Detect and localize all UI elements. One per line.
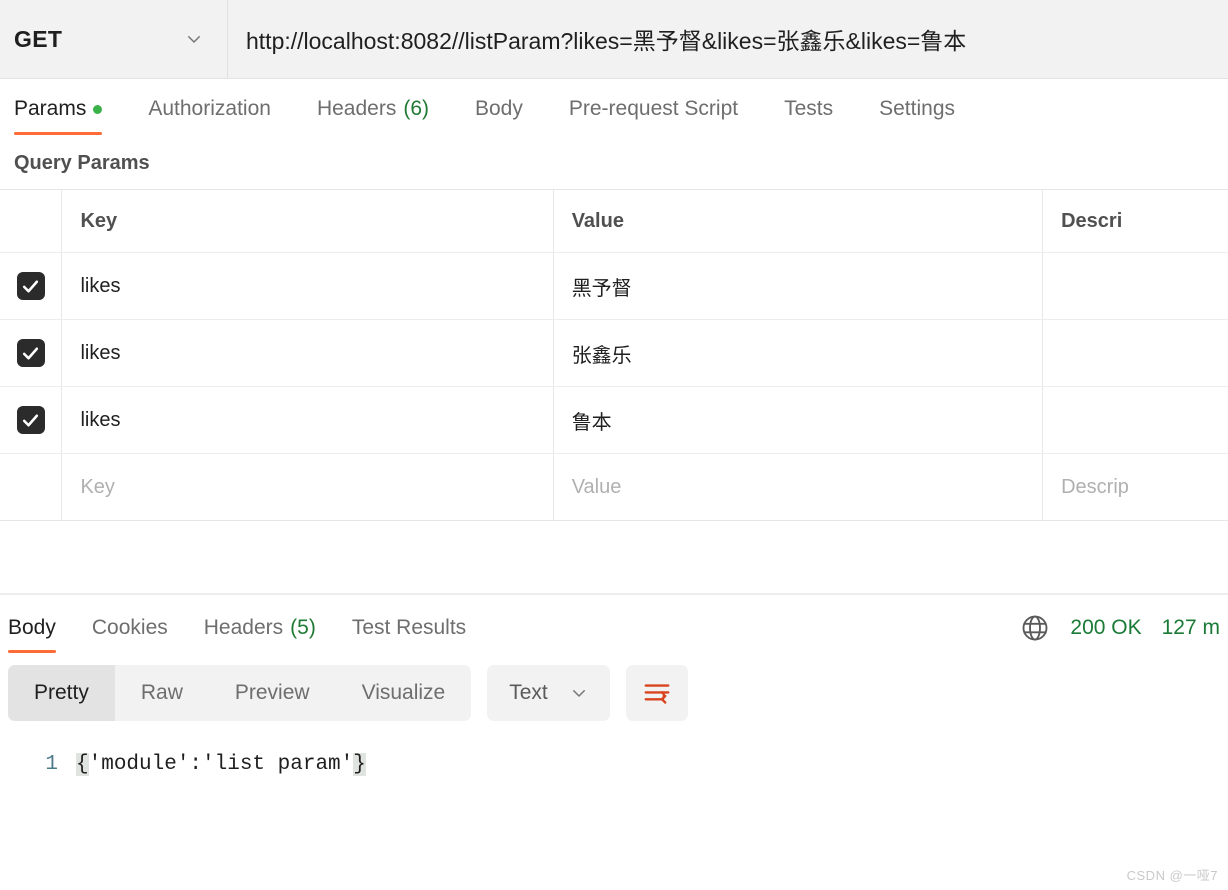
new-row-description-placeholder: Descrip [1061, 475, 1129, 498]
new-row-description-input[interactable]: Descrip [1043, 454, 1228, 520]
code-line-content: {'module':'list param'} [76, 753, 366, 776]
response-tab-test-results[interactable]: Test Results [334, 616, 484, 653]
tab-body[interactable]: Body [475, 97, 547, 135]
row-description-input[interactable] [1043, 320, 1228, 386]
table-row: likes 张鑫乐 [0, 320, 1228, 387]
response-status-group: 200 OK 127 m [1020, 613, 1220, 653]
tab-headers-count: (6) [403, 97, 429, 120]
word-wrap-icon [642, 678, 672, 708]
new-row-value-placeholder: Value [571, 475, 622, 498]
row-value-input[interactable]: 鲁本 [554, 387, 1044, 453]
response-view-mode-group: Pretty Raw Preview Visualize [8, 665, 472, 721]
tab-authorization[interactable]: Authorization [148, 97, 295, 135]
request-url-bar: GET http://localhost:8082//listParam?lik… [0, 0, 1228, 79]
query-params-title: Query Params [14, 152, 150, 174]
new-row-key-placeholder: Key [80, 475, 115, 498]
header-checkbox-cell [0, 190, 63, 252]
row-description-input[interactable] [1043, 387, 1228, 453]
new-row-key-input[interactable]: Key [62, 454, 554, 520]
response-tab-test-results-label: Test Results [351, 616, 467, 639]
response-tab-body-label: Body [8, 616, 56, 639]
row-key-input[interactable]: likes [62, 387, 554, 453]
tab-body-label: Body [475, 97, 523, 120]
tab-pre-request-script-label: Pre-request Script [568, 97, 739, 120]
row-value-input[interactable]: 张鑫乐 [554, 320, 1044, 386]
table-row: likes 鲁本 [0, 387, 1228, 454]
chevron-down-icon [570, 684, 588, 702]
header-description: Descri [1061, 209, 1123, 232]
row-enabled-checkbox[interactable] [16, 406, 45, 434]
close-brace: } [353, 753, 366, 776]
tab-pre-request-script[interactable]: Pre-request Script [569, 97, 762, 135]
csdn-watermark: CSDN @一哑7 [1126, 868, 1218, 883]
response-format-select[interactable]: Text [487, 665, 610, 721]
tab-settings-label: Settings [879, 97, 956, 120]
table-header-row: Key Value Descri [0, 190, 1228, 253]
request-url-text: http://localhost:8082//listParam?likes=黑… [246, 28, 967, 54]
response-tab-headers-count: (5) [290, 616, 316, 639]
request-tab-bar: Params Authorization Headers (6) Body Pr… [0, 79, 1228, 136]
row-key-input[interactable]: likes [62, 320, 554, 386]
row-key-input[interactable]: likes [62, 253, 554, 319]
tab-headers-label: Headers [316, 97, 397, 120]
chevron-down-icon [185, 30, 203, 48]
response-viewer-toolbar: Pretty Raw Preview Visualize Text [0, 653, 1228, 735]
table-new-row: Key Value Descrip [0, 454, 1228, 520]
row-value-text: 黑予督 [571, 277, 632, 300]
tab-headers[interactable]: Headers (6) [317, 97, 453, 135]
view-mode-pretty[interactable]: Pretty [8, 665, 115, 721]
header-value: Value [554, 190, 1044, 252]
query-params-table: Key Value Descri likes 黑予督 likes 张鑫乐 lik… [0, 189, 1228, 521]
response-tab-cookies-label: Cookies [91, 616, 168, 639]
request-url-input[interactable]: http://localhost:8082//listParam?likes=黑… [228, 0, 1228, 78]
http-method-label: GET [14, 25, 63, 52]
row-enabled-checkbox[interactable] [16, 272, 45, 300]
view-mode-preview[interactable]: Preview [209, 665, 336, 721]
tab-tests-label: Tests [784, 97, 834, 120]
response-body-viewer[interactable]: 1 {'module':'list param'} [0, 735, 1228, 776]
response-body-text: 'module':'list param' [88, 753, 354, 776]
table-row: likes 黑予督 [0, 253, 1228, 320]
new-row-checkbox-cell [0, 454, 63, 520]
word-wrap-toggle-button[interactable] [625, 665, 688, 721]
tab-settings[interactable]: Settings [879, 97, 979, 135]
response-format-label: Text [509, 681, 548, 704]
row-enabled-checkbox[interactable] [16, 339, 45, 367]
request-body-empty-area [0, 521, 1228, 593]
header-key: Key [62, 190, 554, 252]
open-brace: { [76, 753, 89, 776]
view-mode-visualize[interactable]: Visualize [336, 665, 472, 721]
row-value-text: 张鑫乐 [571, 344, 632, 367]
tab-params-label: Params [14, 97, 87, 120]
row-checkbox-cell [0, 253, 63, 319]
row-checkbox-cell [0, 387, 63, 453]
tab-params[interactable]: Params [14, 97, 126, 135]
view-mode-raw[interactable]: Raw [115, 665, 209, 721]
code-line-number: 1 [45, 753, 58, 776]
tab-tests[interactable]: Tests [784, 97, 857, 135]
response-tab-cookies[interactable]: Cookies [74, 616, 186, 653]
response-tab-bar: Body Cookies Headers (5) Test Results 20… [0, 595, 1228, 653]
row-key-text: likes [80, 408, 121, 431]
row-description-input[interactable] [1043, 253, 1228, 319]
http-method-select[interactable]: GET [0, 0, 228, 78]
response-tabs: Body Cookies Headers (5) Test Results [0, 616, 484, 653]
response-status-code: 200 OK [1070, 616, 1142, 639]
row-key-text: likes [80, 274, 121, 297]
new-row-value-input[interactable]: Value [554, 454, 1044, 520]
row-checkbox-cell [0, 320, 63, 386]
response-tab-headers[interactable]: Headers (5) [186, 616, 334, 653]
params-modified-dot-icon [93, 104, 103, 114]
row-value-input[interactable]: 黑予督 [554, 253, 1044, 319]
active-response-tab-indicator [8, 650, 56, 653]
row-key-text: likes [80, 341, 121, 364]
globe-icon [1020, 613, 1050, 643]
response-tab-body[interactable]: Body [0, 616, 74, 653]
active-tab-indicator [14, 132, 103, 135]
response-time: 127 m [1161, 616, 1220, 639]
response-tab-headers-label: Headers [203, 616, 284, 639]
tab-authorization-label: Authorization [148, 97, 271, 120]
row-value-text: 鲁本 [571, 411, 612, 434]
